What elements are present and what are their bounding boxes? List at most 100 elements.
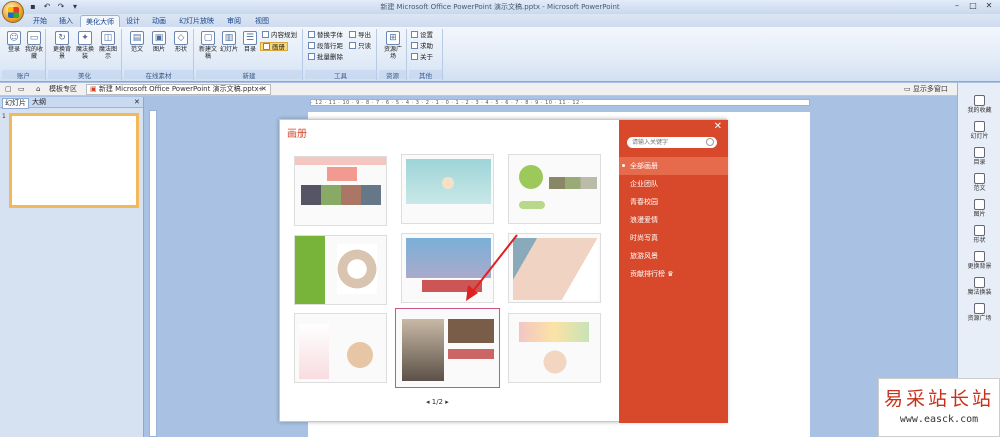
export-button[interactable]: 导出 xyxy=(349,31,371,40)
tab-animation[interactable]: 动画 xyxy=(147,15,171,27)
category-fashion[interactable]: 时尚写真 xyxy=(619,229,728,247)
add-tab-icon[interactable]: + xyxy=(258,85,264,94)
list-icon xyxy=(974,147,985,158)
tab-beautify[interactable]: 美化大师 xyxy=(80,15,120,27)
about-button[interactable]: 关于 xyxy=(411,53,433,62)
album-thumb-selected[interactable] xyxy=(395,308,500,388)
rp-pictures[interactable]: 图片 xyxy=(958,199,1000,218)
info-icon xyxy=(411,53,418,60)
album-thumb[interactable] xyxy=(508,154,601,224)
office-button[interactable] xyxy=(2,1,24,23)
close-icon[interactable]: ✕ xyxy=(714,121,722,132)
slide-number: 1 xyxy=(2,113,6,120)
category-travel[interactable]: 旅游风景 xyxy=(619,247,728,265)
template-button[interactable]: ▤ 范文 xyxy=(127,31,147,53)
tab-view[interactable]: 视图 xyxy=(250,15,274,27)
search-icon[interactable] xyxy=(706,138,714,146)
favorites-button[interactable]: ▭ 我的收藏 xyxy=(24,31,44,60)
multi-window-toggle[interactable]: ▭ 显示多窗口 xyxy=(904,85,948,94)
ribbon: ☺ 登录 ▭ 我的收藏 账户 ↻ 更换背景 ✦ 魔法换装 ◫ 魔法图示 美化 ▤ 范文 ▣ 图… xyxy=(0,27,1000,82)
category-campus[interactable]: 青春校园 xyxy=(619,193,728,211)
batch-delete-button[interactable]: 批量删除 xyxy=(308,53,343,62)
group-other: 设置 求助 关于 其他 xyxy=(409,29,443,80)
tab-home[interactable]: 开始 xyxy=(28,15,52,27)
album-thumb[interactable] xyxy=(508,313,601,383)
login-button[interactable]: ☺ 登录 xyxy=(4,31,24,53)
album-thumb[interactable] xyxy=(294,235,387,305)
replace-font-button[interactable]: 替换字体 xyxy=(308,31,343,40)
picture-button[interactable]: ▣ 图片 xyxy=(149,31,169,53)
new-document-icon: ▢ xyxy=(201,31,215,45)
rp-magic-outfit[interactable]: 魔法换装 xyxy=(958,277,1000,296)
dialog-title: 画册 xyxy=(287,129,307,140)
rp-change-bg[interactable]: 更换背景 xyxy=(958,251,1000,270)
rp-templates[interactable]: 范文 xyxy=(958,173,1000,192)
tab-outline[interactable]: 大纲 xyxy=(30,98,48,107)
category-team[interactable]: 企业团队 xyxy=(619,175,728,193)
template-tab[interactable]: 模板专区 xyxy=(49,85,77,94)
magic-diagram-button[interactable]: ◫ 魔法图示 xyxy=(98,31,118,60)
rp-shapes[interactable]: 形状 xyxy=(958,225,1000,244)
tab-design[interactable]: 设计 xyxy=(121,15,145,27)
watermark: 易采站长站 www.easck.com xyxy=(878,378,1000,437)
prev-page-icon[interactable]: ◂ xyxy=(426,398,430,406)
title-bar: ▪ ↶ ↷ ▾ 新建 Microsoft Office PowerPoint 演… xyxy=(0,0,1000,14)
shape-icon: ◇ xyxy=(174,31,188,45)
document-tabs: ▢ ▭ ⌂ 模板专区 ▣ 新建 Microsoft Office PowerPo… xyxy=(0,83,1000,96)
new-doc-button[interactable]: ▢ 新建文稿 xyxy=(198,31,218,60)
category-ranking[interactable]: 贡献排行榜 ♛ xyxy=(619,265,728,283)
category-all[interactable]: 全部画册 xyxy=(619,157,728,175)
album-icon xyxy=(263,43,270,50)
resource-square-button[interactable]: ⊞ 资源广场 xyxy=(383,31,403,60)
tab-review[interactable]: 审阅 xyxy=(222,15,246,27)
picture-icon xyxy=(974,199,985,210)
shape-button[interactable]: ◇ 形状 xyxy=(171,31,191,53)
rp-resource-square[interactable]: 资源广场 xyxy=(958,303,1000,322)
album-thumb[interactable] xyxy=(401,154,494,224)
maximize-icon[interactable]: □ xyxy=(966,1,980,12)
group-create: ▢ 新建文稿 ▥ 幻灯片 ☰ 目录 内容规划 画册 新建 xyxy=(196,29,303,80)
rp-favorites[interactable]: 我的收藏 xyxy=(958,95,1000,114)
close-icon[interactable]: ✕ xyxy=(982,1,996,12)
line-spacing-button[interactable]: 段落行距 xyxy=(308,42,343,51)
content-plan-button[interactable]: 内容规划 xyxy=(262,31,297,40)
change-bg-button[interactable]: ↻ 更换背景 xyxy=(52,31,72,60)
slides-panel: 幻灯片 大纲 ✕ 1 xyxy=(0,97,144,437)
slide-thumbnail[interactable] xyxy=(9,113,139,208)
next-page-icon[interactable]: ▸ xyxy=(445,398,449,406)
rp-toc[interactable]: 目录 xyxy=(958,147,1000,166)
search-input[interactable] xyxy=(627,137,717,148)
office-logo-icon xyxy=(8,7,19,18)
tab-slides[interactable]: 幻灯片 xyxy=(2,98,29,109)
help-button[interactable]: 求助 xyxy=(411,42,433,51)
open-folder-icon[interactable]: ▭ xyxy=(18,85,25,94)
new-file-icon[interactable]: ▢ xyxy=(5,85,12,94)
close-panel-icon[interactable]: ✕ xyxy=(132,98,142,107)
magic-outfit-button[interactable]: ✦ 魔法换装 xyxy=(75,31,95,60)
slides-button[interactable]: ▥ 幻灯片 xyxy=(219,31,239,53)
document-icon xyxy=(974,173,985,184)
album-button[interactable]: 画册 xyxy=(260,42,288,51)
folder-icon: ▭ xyxy=(27,31,41,45)
font-icon xyxy=(308,31,315,38)
page-indicator: 1/2 xyxy=(431,398,444,406)
tab-slideshow[interactable]: 幻灯片放映 xyxy=(174,15,219,27)
user-icon xyxy=(974,95,985,106)
gear-icon xyxy=(411,31,418,38)
export-icon xyxy=(349,31,356,38)
album-thumb[interactable] xyxy=(294,156,387,226)
category-romance[interactable]: 浪漫爱情 xyxy=(619,211,728,229)
minimize-icon[interactable]: – xyxy=(950,1,964,12)
toc-button[interactable]: ☰ 目录 xyxy=(240,31,260,53)
category-list: 全部画册 企业团队 青春校园 浪漫爱情 时尚写真 旅游风景 贡献排行榜 ♛ xyxy=(619,157,728,283)
tab-insert[interactable]: 插入 xyxy=(54,15,78,27)
doc-tab[interactable]: ▣ 新建 Microsoft Office PowerPoint 演示文稿.pp… xyxy=(86,84,271,95)
home-icon[interactable]: ⌂ xyxy=(36,85,40,94)
readonly-button[interactable]: 只读 xyxy=(349,42,371,51)
slide-icon: ▥ xyxy=(222,31,236,45)
album-thumb[interactable] xyxy=(294,313,387,383)
document-icon: ▤ xyxy=(130,31,144,45)
watermark-text: 易采站长站 xyxy=(883,388,994,410)
settings-button[interactable]: 设置 xyxy=(411,31,433,40)
rp-slides[interactable]: 幻灯片 xyxy=(958,121,1000,140)
